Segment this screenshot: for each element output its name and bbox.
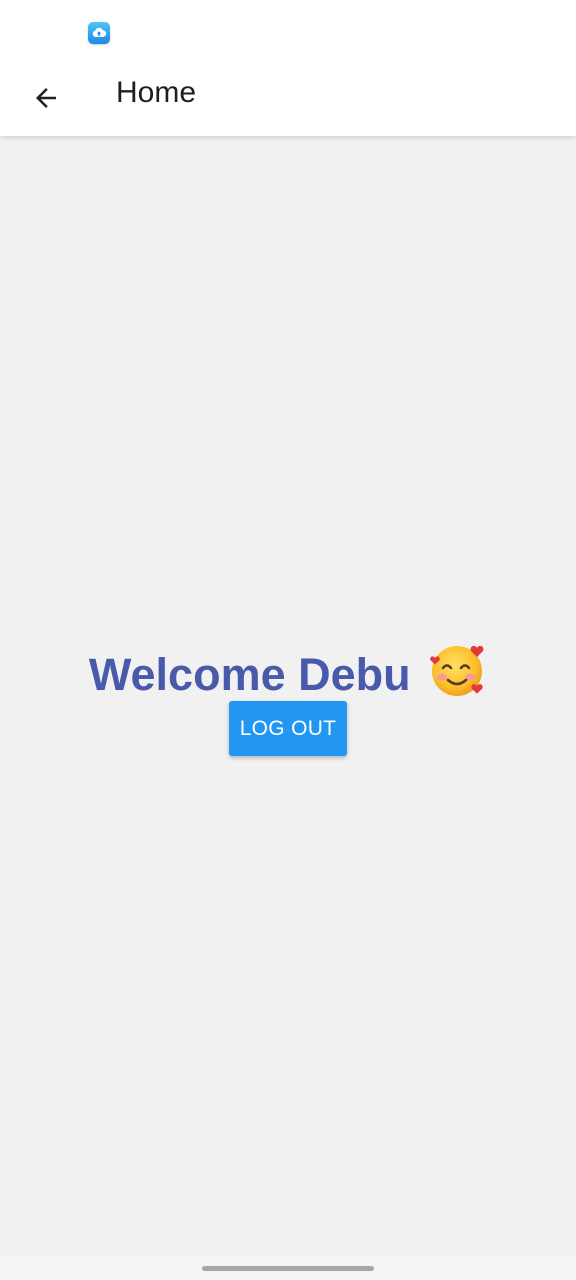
- page-title: Home: [116, 76, 197, 109]
- welcome-text: Welcome Debu: [88, 649, 411, 700]
- navigation-bar: [0, 1256, 576, 1280]
- logout-button[interactable]: LOG OUT: [229, 701, 347, 756]
- status-bar: [0, 0, 576, 60]
- welcome-message: Welcome Debu: [0, 642, 576, 709]
- home-indicator[interactable]: [202, 1266, 374, 1271]
- back-button[interactable]: [20, 72, 72, 124]
- app-bar: Home: [0, 60, 576, 136]
- cloud-upload-icon: [88, 22, 110, 44]
- smiling-face-with-hearts-icon: [429, 642, 487, 709]
- main-content: Welcome Debu LOG OUT: [0, 136, 576, 1256]
- arrow-back-icon: [36, 88, 56, 108]
